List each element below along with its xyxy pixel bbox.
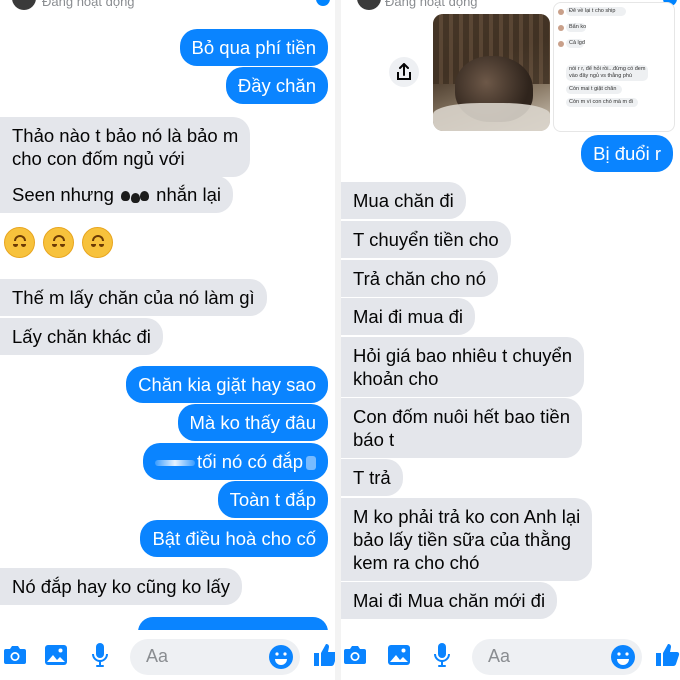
message-input[interactable]: Aa — [130, 639, 300, 675]
upside-down-face-icon[interactable] — [82, 227, 113, 258]
message-incoming[interactable]: Con đốm nuôi hết bao tiền báo t — [341, 398, 583, 458]
contact-avatar[interactable] — [12, 0, 36, 10]
share-button[interactable] — [389, 57, 419, 87]
message-incoming[interactable]: Lấy chăn khác đi — [0, 318, 163, 355]
upside-down-face-icon[interactable] — [43, 227, 74, 258]
active-status: Đang hoạt động — [42, 0, 135, 9]
gallery-icon[interactable] — [44, 643, 68, 667]
message-outgoing[interactable]: Mà ko thấy đâu — [177, 404, 328, 441]
share-icon — [397, 63, 411, 80]
message-outgoing[interactable]: Đầy chăn — [225, 67, 328, 104]
message-outgoing[interactable]: tối nó có đắp — [143, 443, 328, 480]
message-incoming[interactable]: Trả chăn cho nó — [341, 260, 499, 297]
gallery-icon[interactable] — [387, 643, 411, 667]
message-incoming[interactable]: Thế m lấy chăn của nó làm gì — [0, 279, 267, 316]
right-chat-panel: Đang hoạt động Đê về lại t cho ship Bẩn … — [341, 0, 680, 680]
message-outgoing[interactable]: Bỏ qua phí tiền — [179, 29, 328, 66]
message-input-placeholder: Aa — [488, 646, 511, 666]
message-input[interactable]: Aa — [472, 639, 642, 675]
message-incoming[interactable]: Nó đắp hay ko cũng ko lấy — [0, 568, 243, 605]
message-incoming[interactable]: T trả — [341, 459, 403, 496]
message-incoming[interactable]: Mai đi mua đi — [341, 298, 476, 335]
emoji-icon[interactable] — [610, 644, 636, 670]
redaction-mark — [306, 456, 316, 471]
info-icon[interactable] — [316, 0, 330, 6]
microphone-icon[interactable] — [91, 642, 109, 668]
message-incoming[interactable]: Mai đi Mua chăn mới đi — [341, 582, 558, 619]
message-outgoing[interactable]: Bật điều hoà cho cố — [140, 520, 328, 557]
upside-down-face-icon[interactable] — [4, 227, 35, 258]
contact-avatar[interactable] — [357, 0, 381, 10]
shared-screenshot[interactable]: Đê về lại t cho ship Bẩn ko Cả lgđ nói r… — [553, 2, 675, 132]
like-icon[interactable] — [654, 642, 680, 668]
message-incoming[interactable]: M ko phải trả ko con Anh lại bảo lấy tiề… — [341, 498, 593, 581]
camera-icon[interactable] — [343, 644, 367, 666]
message-outgoing[interactable]: Toàn t đắp — [217, 481, 328, 518]
like-icon[interactable] — [312, 642, 335, 668]
message-composer: Aa — [0, 630, 335, 680]
sticker-icon — [121, 191, 150, 204]
message-outgoing[interactable]: Bị đuổi r — [581, 135, 673, 172]
dog-photo[interactable] — [433, 14, 550, 131]
emoji-icon[interactable] — [268, 644, 294, 670]
message-input-placeholder: Aa — [146, 646, 169, 666]
left-chat-panel: Đang hoạt động Bỏ qua phí tiền Đầy chăn … — [0, 0, 335, 680]
microphone-icon[interactable] — [433, 642, 451, 668]
camera-icon[interactable] — [3, 644, 27, 666]
message-incoming[interactable]: Mua chăn đi — [341, 182, 466, 219]
message-incoming[interactable]: T chuyển tiền cho — [341, 221, 511, 258]
message-incoming[interactable]: Thảo nào t bảo nó là bảo m cho con đốm n… — [0, 117, 251, 177]
message-incoming[interactable]: Seen nhưng nhắn lại — [0, 176, 233, 213]
message-incoming[interactable]: Hỏi giá bao nhiêu t chuyển khoản cho — [341, 337, 585, 397]
active-status: Đang hoạt động — [385, 0, 478, 9]
message-composer: Aa — [341, 630, 680, 680]
emoji-row — [4, 227, 113, 258]
redaction-mark — [155, 460, 196, 467]
message-outgoing[interactable]: Chăn kia giặt hay sao — [126, 366, 328, 403]
